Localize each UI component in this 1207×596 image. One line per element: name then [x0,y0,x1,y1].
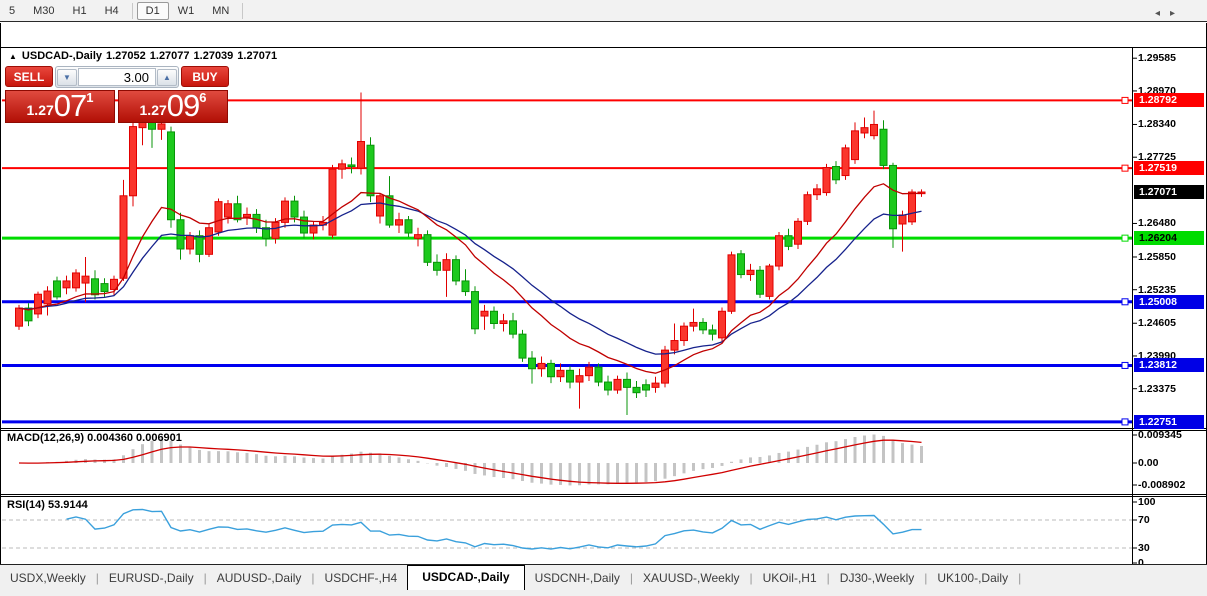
buy-price-box[interactable]: 1.27 09 6 [118,90,228,123]
price-axis-tick: 1.26480 [1138,217,1176,230]
timeframe-button-h1[interactable]: H1 [64,2,96,20]
sell-price-big: 07 [53,88,87,123]
chart-tab-uk100-daily[interactable]: UK100-,Daily [927,567,1018,590]
rsi-axis-tick: 70 [1138,514,1150,526]
buy-price-big: 09 [166,88,200,123]
chart-tab-xauusd-weekly[interactable]: XAUUSD-,Weekly [633,567,749,590]
timeframe-button-d1[interactable]: D1 [136,2,169,20]
chart-tab-ukoil-h1[interactable]: UKOil-,H1 [753,567,827,590]
chart-tab-eurusd-daily[interactable]: EURUSD-,Daily [99,567,204,590]
price-tag-1.25008: 1.25008 [1134,294,1204,309]
ohlc-low: 1.27039 [193,50,234,62]
ohlc-close: 1.27071 [237,50,278,62]
price-chart-canvas[interactable] [1,47,1207,571]
sell-price-sup: 1 [86,90,94,105]
buy-price-small: 1.27 [139,102,167,118]
price-tag-1.23812: 1.23812 [1134,358,1204,373]
price-tag-1.22751: 1.22751 [1134,414,1204,429]
timeframe-button-w1[interactable]: W1 [169,2,204,20]
sell-button[interactable]: SELL [5,66,53,87]
timeframe-button-5[interactable]: 5 [0,2,24,20]
buy-price-sup: 6 [199,90,207,105]
mt4-terminal: 5 M30 H1 H4 D1 W1 MN ▲ USDCAD-,Daily 1.27052 1.27… [0,0,1207,596]
rsi-axis-tick: 100 [1138,496,1156,508]
price-axis-tick: 1.24605 [1138,317,1176,330]
chart-tab-bar: USDX,Weekly | EURUSD-,Daily | AUDUSD-,Daily |… [0,564,1207,590]
volume-field[interactable]: 3.00 [78,68,156,86]
price-tag-1.27519: 1.27519 [1134,161,1204,176]
sell-price-small: 1.27 [26,102,54,118]
status-strip [0,590,1207,596]
chart-tab-usdcnh-daily[interactable]: USDCNH-,Daily [525,567,630,590]
rsi-axis-tick: 30 [1138,542,1150,554]
price-axis-tick: 1.29585 [1138,52,1176,65]
tab-scroll-right-icon: ▸ [1169,8,1185,19]
timeframe-toolbar: 5 M30 H1 H4 D1 W1 MN [0,0,1207,22]
tab-separator: | [1018,570,1022,585]
ohlc-high: 1.27077 [149,50,190,62]
price-axis-tick: 1.28340 [1138,118,1176,131]
ohlc-open: 1.27052 [106,50,146,62]
chart-tab-usdchf-h4[interactable]: USDCHF-,H4 [315,567,408,590]
price-axis-tick: 1.25850 [1138,250,1176,263]
one-click-trading-widget: SELL ▼ 3.00 ▲ BUY 1.27 07 1 1.27 09 6 [5,66,229,123]
price-tag-1.28792: 1.28792 [1134,93,1204,108]
timeframe-button-h4[interactable]: H4 [96,2,128,20]
chart-window[interactable]: ▲ USDCAD-,Daily 1.27052 1.27077 1.27039 1.270… [0,23,1207,585]
macd-axis-tick: 0.00 [1138,457,1159,469]
chart-ohlc-header: ▲ USDCAD-,Daily 1.27052 1.27077 1.27039 1.270… [9,50,281,62]
buy-button[interactable]: BUY [181,66,229,87]
macd-axis-tick: 0.009345 [1138,429,1182,441]
collapse-triangle-icon[interactable]: ▲ [9,52,17,61]
volume-spinner: ▼ 3.00 ▲ [55,66,179,88]
rsi-label: RSI(14) 53.9144 [7,499,88,511]
chart-symbol-label: USDCAD-,Daily [21,50,102,62]
chart-tab-audusd-daily[interactable]: AUDUSD-,Daily [207,567,312,590]
tab-scroll-left-icon: ◂ [1154,8,1170,19]
chart-tab-dj30-weekly[interactable]: DJ30-,Weekly [830,567,924,590]
volume-decrease-icon[interactable]: ▼ [57,68,77,86]
price-axis-tick: 1.23375 [1138,382,1176,395]
price-tag-1.27071: 1.27071 [1134,185,1204,199]
chart-tab-usdx-weekly[interactable]: USDX,Weekly [0,567,96,590]
tab-scroll-arrows[interactable]: ◂▸ [1155,8,1185,19]
macd-axis-tick: -0.008902 [1138,479,1186,491]
timeframe-button-m30[interactable]: M30 [24,2,63,20]
chart-tab-usdcad-daily[interactable]: USDCAD-,Daily [407,565,525,590]
volume-increase-icon[interactable]: ▲ [157,68,177,86]
price-tag-1.26204: 1.26204 [1134,231,1204,246]
macd-label: MACD(12,26,9) 0.004360 0.006901 [7,432,182,444]
timeframe-button-mn[interactable]: MN [203,2,238,20]
sell-price-box[interactable]: 1.27 07 1 [5,90,115,123]
